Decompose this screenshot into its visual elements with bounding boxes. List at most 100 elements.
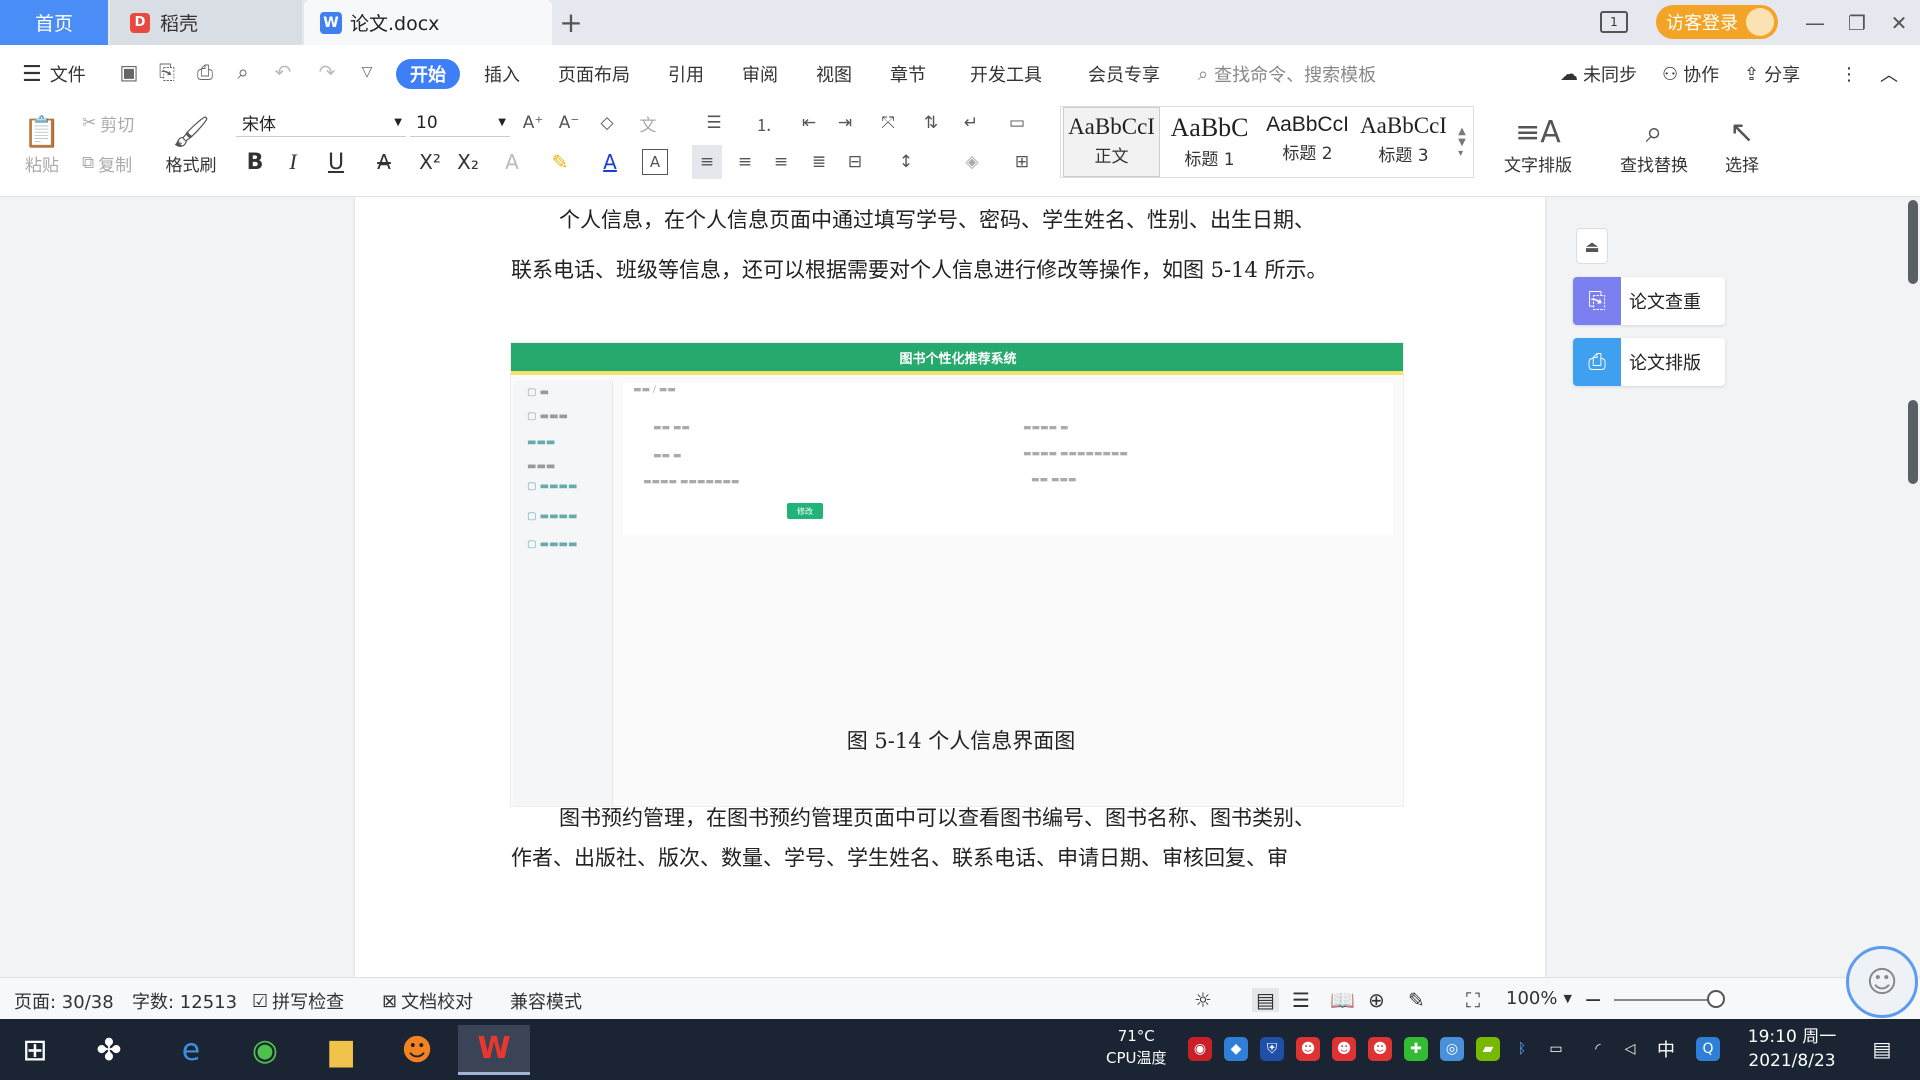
tray-app-icon[interactable]: ◆ — [1224, 1037, 1248, 1061]
align-center-icon[interactable]: ≡ — [730, 145, 760, 179]
text-direction-icon[interactable]: ⤧ — [868, 109, 908, 137]
tray-app-icon[interactable]: ☻ — [1296, 1037, 1320, 1061]
style-heading-2[interactable]: AaBbCcI 标题 2 — [1259, 107, 1356, 177]
style-heading-3[interactable]: AaBbCcI 标题 3 — [1355, 107, 1452, 177]
text-effect-icon[interactable]: A — [492, 145, 532, 179]
tab-start[interactable]: 开始 — [396, 59, 460, 89]
tray-app-icon[interactable]: ✚ — [1404, 1037, 1428, 1061]
tray-app-icon[interactable]: ◎ — [1440, 1037, 1464, 1061]
volume-icon[interactable]: ◁ — [1618, 1037, 1642, 1061]
style-normal[interactable]: AaBbCcI 正文 — [1063, 107, 1160, 177]
find-replace-button[interactable]: ⌕ 查找替换 — [1606, 105, 1702, 185]
underline-icon[interactable]: U — [316, 145, 356, 179]
sort-icon[interactable]: ⇅ — [916, 109, 946, 137]
cut-button[interactable]: ✂ 剪切 — [82, 109, 134, 137]
thesis-check-button[interactable]: ⎘ 论文查重 — [1573, 277, 1725, 325]
decrease-indent-icon[interactable]: ⇤ — [794, 109, 824, 137]
fit-page-icon[interactable]: ⛶ — [1466, 988, 1480, 1012]
scrollbar-thumb[interactable] — [1908, 200, 1918, 284]
cpu-temperature[interactable]: 71°C CPU温度 — [1106, 1025, 1167, 1069]
ruler-icon[interactable]: ▭ — [1000, 109, 1034, 137]
reading-view-icon[interactable]: 📖 — [1330, 988, 1355, 1012]
numbered-list-icon[interactable]: ⒈ — [744, 109, 784, 137]
tab-view[interactable]: 视图 — [816, 59, 852, 89]
proofread-button[interactable]: ⊠ 文档校对 — [382, 988, 473, 1014]
redo-icon[interactable]: ↷ — [316, 60, 338, 84]
tray-app-icon[interactable]: ☻ — [1368, 1037, 1392, 1061]
shading-icon[interactable]: ◈ — [950, 145, 994, 179]
tab-member[interactable]: 会员专享 — [1088, 59, 1160, 89]
notification-icon[interactable]: ▤ — [1870, 1037, 1894, 1061]
print-preview-icon[interactable]: ⌕ — [232, 60, 254, 84]
clock[interactable]: 19:10 周一 2021/8/23 — [1744, 1025, 1840, 1073]
print-icon[interactable]: ⎙ — [194, 60, 216, 84]
clear-format-icon[interactable]: ◇ — [594, 109, 620, 137]
superscript-icon[interactable]: X² — [414, 145, 446, 179]
share-button[interactable]: ⇪ 分享 — [1744, 59, 1800, 89]
align-left-icon[interactable]: ≡ — [692, 145, 722, 179]
highlight-icon[interactable]: ✎ — [540, 145, 580, 179]
visitor-login-button[interactable]: 访客登录 — [1656, 5, 1778, 39]
select-button[interactable]: ↖ 选择 — [1712, 105, 1772, 185]
internet-explorer-icon[interactable]: e — [162, 1025, 220, 1075]
format-painter-button[interactable]: 🖌 格式刷 — [160, 105, 222, 185]
style-heading-1[interactable]: AaBbC 标题 1 — [1161, 107, 1258, 177]
text-layout-button[interactable]: ≡A 文字排版 — [1490, 105, 1586, 185]
tab-references[interactable]: 引用 — [668, 59, 704, 89]
copy-button[interactable]: ⧉ 复制 — [82, 149, 132, 177]
tab-daoke[interactable]: D 稻壳 — [110, 0, 302, 45]
eye-protection-icon[interactable]: ☼ — [1194, 988, 1212, 1012]
file-menu[interactable]: ☰ 文件 — [22, 59, 86, 89]
char-border-icon[interactable]: A — [642, 149, 668, 175]
page-counter[interactable]: 页面: 30/38 — [14, 988, 114, 1014]
outline-view-icon[interactable]: ☰ — [1292, 988, 1310, 1012]
grow-font-icon[interactable]: A⁺ — [520, 109, 546, 137]
battery-icon[interactable]: ▭ — [1544, 1037, 1568, 1061]
paste-button[interactable]: 📋 粘贴 — [14, 105, 70, 185]
strikethrough-icon[interactable]: A — [364, 145, 404, 179]
tray-app-icon[interactable]: ☻ — [1332, 1037, 1356, 1061]
tab-developer[interactable]: 开发工具 — [970, 59, 1042, 89]
subscript-icon[interactable]: X₂ — [452, 145, 484, 179]
shrink-font-icon[interactable]: A⁻ — [556, 109, 582, 137]
bluetooth-icon[interactable]: ᛒ — [1510, 1037, 1534, 1061]
zoom-out-icon[interactable]: − — [1584, 988, 1602, 1013]
bold-icon[interactable]: B — [240, 145, 270, 179]
collapse-ribbon-icon[interactable]: ︿ — [1880, 59, 1898, 89]
tab-review[interactable]: 审阅 — [742, 59, 778, 89]
wifi-icon[interactable]: ◜ — [1586, 1037, 1610, 1061]
ime-indicator[interactable]: 中 — [1654, 1037, 1678, 1061]
app-orange-icon[interactable]: ☻ — [388, 1025, 446, 1075]
collaborate-button[interactable]: ⚇ 协作 — [1662, 59, 1719, 89]
save-icon[interactable]: ▣ — [118, 60, 140, 84]
nvidia-icon[interactable]: ▰ — [1476, 1037, 1500, 1061]
wps-office-icon[interactable]: W — [458, 1025, 530, 1075]
line-break-icon[interactable]: ↵ — [954, 109, 988, 137]
command-search[interactable]: ⌕ 查找命令、搜索模板 — [1198, 59, 1376, 89]
tab-home[interactable]: 首页 — [0, 0, 108, 45]
word-count[interactable]: 字数: 12513 — [132, 988, 237, 1014]
tab-page-layout[interactable]: 页面布局 — [558, 59, 630, 89]
align-right-icon[interactable]: ≡ — [766, 145, 796, 179]
font-name-select[interactable]: 宋体 ▼ — [236, 109, 406, 137]
phonetic-guide-icon[interactable]: 文 — [630, 109, 666, 137]
more-options-icon[interactable]: ⋮ — [1840, 59, 1858, 89]
file-explorer-icon[interactable]: ▆ — [312, 1025, 370, 1075]
sync-status-button[interactable]: ☁ 未同步 — [1560, 59, 1637, 89]
panel-collapse-button[interactable]: ⏏ — [1576, 228, 1608, 264]
assistant-avatar-icon[interactable]: ☺ — [1846, 946, 1918, 1018]
search-app-icon[interactable]: Q — [1696, 1037, 1720, 1061]
zoom-slider[interactable] — [1614, 999, 1718, 1001]
zoom-slider-knob[interactable] — [1707, 990, 1725, 1008]
write-mode-icon[interactable]: ✎ — [1408, 988, 1425, 1012]
tab-document[interactable]: W 论文.docx — [304, 0, 552, 45]
browser-360-icon[interactable]: ◉ — [236, 1025, 294, 1075]
add-tab-button[interactable]: + — [556, 0, 586, 45]
restore-button[interactable]: ❐ — [1836, 0, 1878, 45]
line-spacing-icon[interactable]: ↕ — [884, 145, 928, 179]
style-scroll-icon[interactable]: ▲ ▼ ▾ — [1454, 107, 1470, 177]
minimize-button[interactable]: — — [1794, 0, 1836, 45]
document-page[interactable]: 个人信息，在个人信息页面中通过填写学号、密码、学生姓名、性别、出生日期、 联系电… — [355, 197, 1545, 977]
tab-chapter[interactable]: 章节 — [890, 59, 926, 89]
zoom-level-select[interactable]: 100% ▼ — [1506, 988, 1572, 1009]
